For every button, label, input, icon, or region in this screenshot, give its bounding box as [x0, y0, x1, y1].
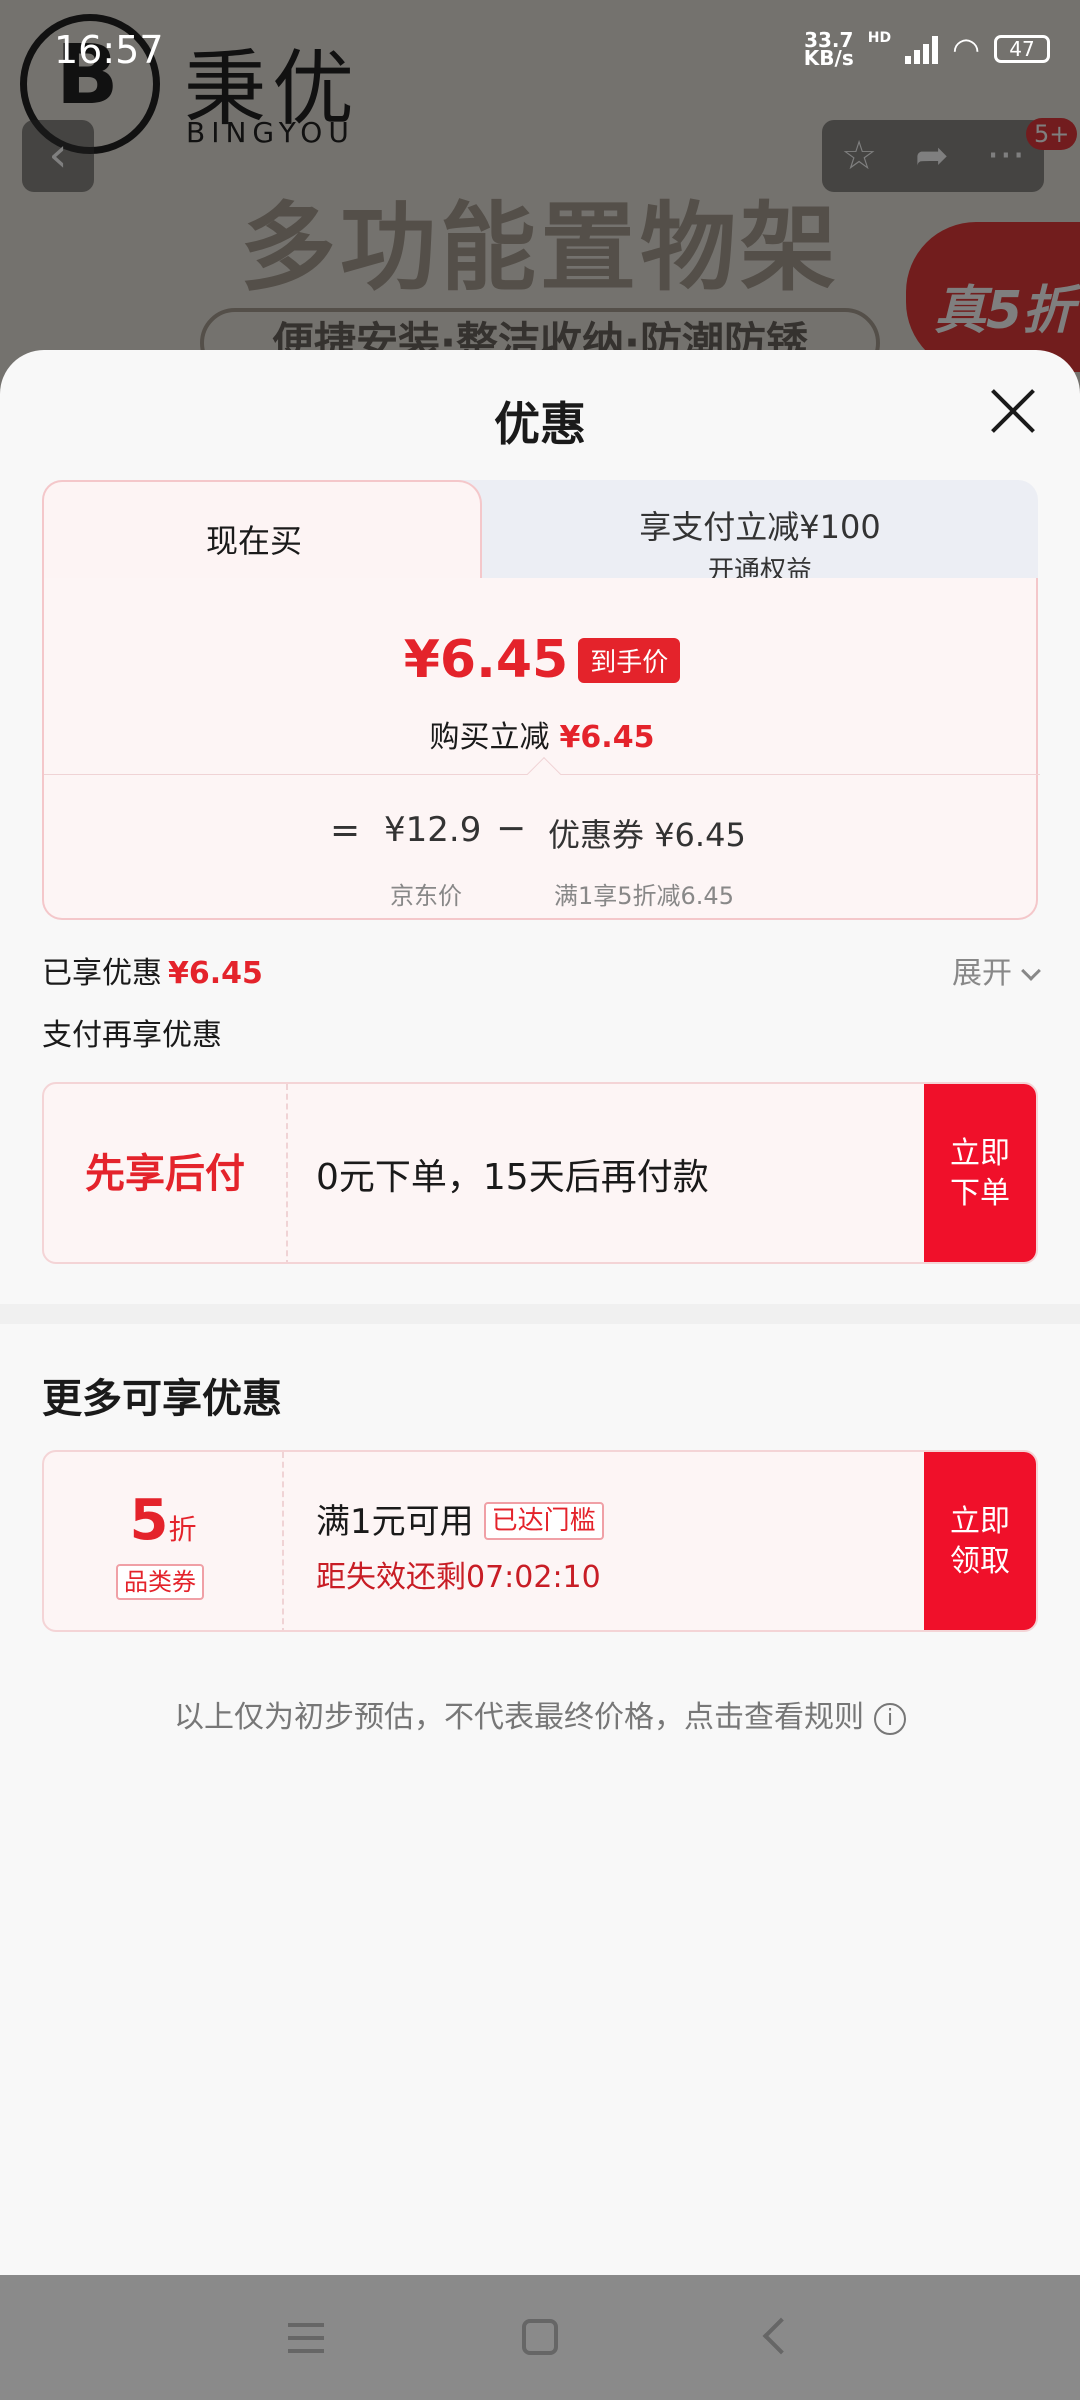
- disclaimer-text: 以上仅为初步预估，不代表最终价格，点击查看规则: [174, 1700, 864, 1735]
- claim-line1: 立即: [950, 1504, 1010, 1539]
- coupon-category-badge: 品类券: [116, 1564, 204, 1600]
- coupon-card[interactable]: 5折 品类券 满1元可用 已达门槛 距失效还剩07:02:10 立即 领取: [42, 1450, 1038, 1632]
- coupon-left: 5折 品类券: [44, 1452, 282, 1630]
- equals-sign: =: [330, 810, 361, 851]
- final-price-tag: 到手价: [578, 637, 681, 683]
- final-price-line: ¥6.45 到手价: [44, 630, 1040, 690]
- coupon-note: 满1享5折减6.45: [554, 882, 734, 910]
- tab-buy-now[interactable]: 现在买: [42, 480, 482, 580]
- sheet-title: 优惠: [494, 397, 586, 451]
- chevron-down-icon: [1021, 961, 1041, 981]
- rules-disclaimer[interactable]: 以上仅为初步预估，不代表最终价格，点击查看规则 i: [0, 1692, 1080, 1736]
- signal-icon: [905, 34, 939, 64]
- more-discounts-title: 更多可享优惠: [42, 1376, 282, 1422]
- status-bar: 16:57 33.7 KB/s HD ◠ 47: [0, 0, 1080, 96]
- expand-label: 展开: [952, 956, 1012, 991]
- coupon-discount-num: 5: [129, 1488, 169, 1553]
- purchase-tabs: 现在买 享支付立减¥100 开通权益: [42, 480, 1038, 586]
- enjoyed-discount: 已享优惠 ¥6.45: [42, 948, 263, 992]
- section-separator: [0, 1304, 1080, 1324]
- minus-sign: −: [496, 808, 527, 849]
- threshold-badge: 已达门槛: [483, 1502, 604, 1540]
- hd-label: HD: [867, 30, 892, 46]
- coupon-deduction-label: 优惠券: [548, 816, 645, 854]
- claim-line2: 领取: [950, 1544, 1010, 1579]
- discount-sheet: 优惠 现在买 享支付立减¥100 开通权益 ¥6.45 到手价 购买立减 ¥6.45…: [0, 350, 1080, 2275]
- order-now-button[interactable]: 立即 下单: [924, 1084, 1036, 1262]
- coupon-discount-unit: 折: [168, 1513, 197, 1546]
- tab-pay-discount[interactable]: 享支付立减¥100 开通权益: [482, 480, 1038, 586]
- info-icon[interactable]: i: [874, 1703, 906, 1735]
- battery-icon: 47: [994, 35, 1050, 63]
- jd-price: ¥12.9: [384, 810, 482, 850]
- coupon-deduction-value: ¥6.45: [654, 816, 746, 854]
- menu-icon[interactable]: [288, 2323, 324, 2353]
- enjoyed-label: 已享优惠: [42, 956, 162, 991]
- coupon-deduction: 优惠券 ¥6.45: [548, 810, 746, 856]
- purchase-reduction: 购买立减 ¥6.45: [44, 712, 1040, 756]
- pay-later-desc: 0元下单，15天后再付款: [316, 1157, 709, 1198]
- reduction-label: 购买立减: [429, 720, 550, 755]
- order-now-line1: 立即: [950, 1136, 1010, 1171]
- pay-more-label: 支付再享优惠: [42, 1018, 222, 1053]
- coupon-condition-text: 满1元可用: [316, 1502, 474, 1542]
- order-now-line2: 下单: [950, 1176, 1010, 1211]
- divider-notch: [527, 757, 561, 791]
- coupon-discount: 5折: [44, 1488, 282, 1553]
- home-icon[interactable]: [522, 2319, 558, 2355]
- network-speed-unit: KB/s: [803, 46, 854, 70]
- pay-later-card[interactable]: 先享后付 0元下单，15天后再付款 立即 下单: [42, 1082, 1038, 1264]
- coupon-timer: 距失效还剩07:02:10: [316, 1560, 601, 1595]
- price-card: ¥6.45 到手价 购买立减 ¥6.45 = ¥12.9 − 优惠券 ¥6.45 京…: [42, 578, 1040, 920]
- close-icon[interactable]: [988, 386, 1038, 436]
- jd-price-label: 京东价: [390, 882, 462, 910]
- pay-later-brand: 先享后付: [85, 1151, 245, 1197]
- expand-button[interactable]: 展开: [952, 948, 1041, 992]
- system-nav-bar: [0, 2275, 1080, 2400]
- tab-buy-now-label: 现在买: [205, 522, 302, 560]
- coupon-condition: 满1元可用 已达门槛: [316, 1494, 604, 1543]
- wifi-icon: ◠: [952, 30, 980, 68]
- back-icon[interactable]: [762, 2317, 800, 2355]
- reduction-value: ¥6.45: [559, 720, 655, 755]
- final-price: ¥6.45: [403, 630, 569, 690]
- claim-coupon-button[interactable]: 立即 领取: [924, 1452, 1036, 1630]
- tab-pay-discount-label: 享支付立减¥100: [639, 508, 881, 546]
- coupon-dash-divider: [282, 1452, 284, 1630]
- status-icons: 33.7 KB/s HD ◠ 47: [804, 30, 1050, 68]
- price-formula: = ¥12.9 − 优惠券 ¥6.45 京东价 满1享5折减6.45: [44, 798, 1040, 910]
- status-time: 16:57: [54, 28, 164, 72]
- enjoyed-value: ¥6.45: [168, 956, 263, 991]
- network-speed: 33.7 KB/s: [803, 30, 854, 70]
- card-dash-divider: [286, 1084, 288, 1262]
